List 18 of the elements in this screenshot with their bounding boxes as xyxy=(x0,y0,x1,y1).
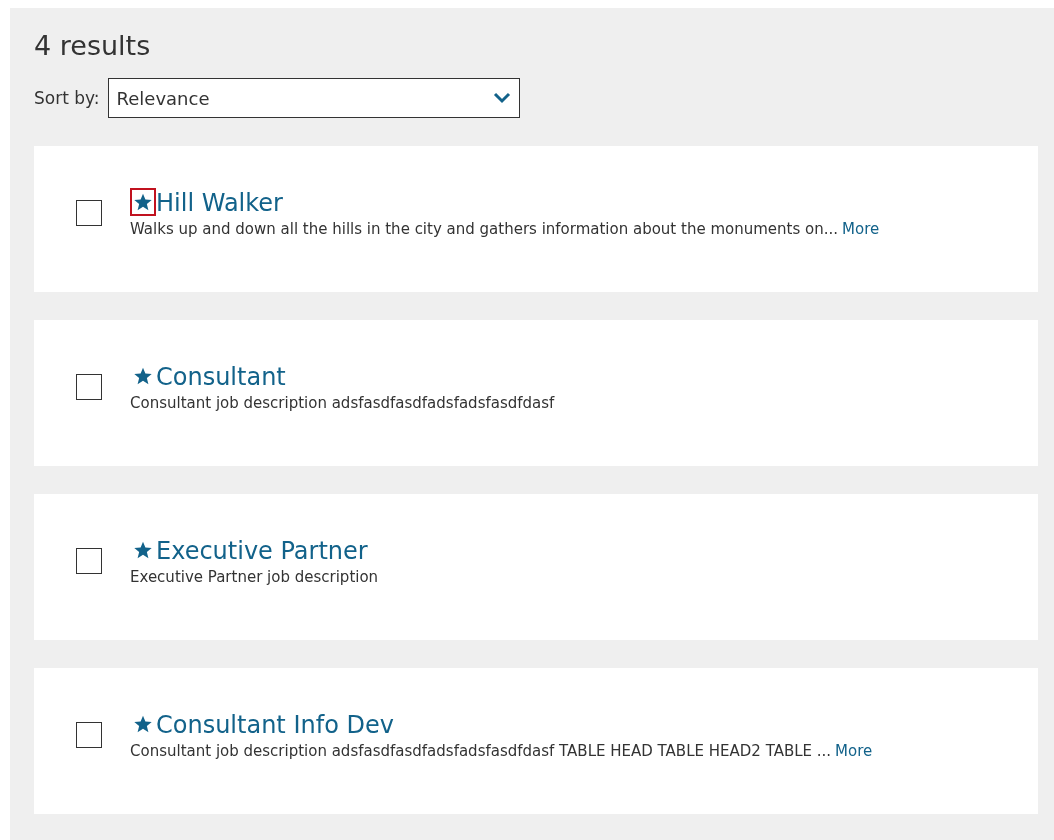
checkbox[interactable] xyxy=(76,374,102,401)
job-title-link[interactable]: Consultant xyxy=(156,362,286,393)
sort-label: Sort by: xyxy=(34,86,100,110)
job-title-link[interactable]: Hill Walker xyxy=(156,188,283,219)
checkbox[interactable] xyxy=(76,200,102,227)
job-title-link[interactable]: Executive Partner xyxy=(156,536,368,567)
more-link[interactable]: More xyxy=(842,218,880,241)
job-description: Consultant job description adsfasdfasdfadsfadsfasdfdasf xyxy=(130,393,555,415)
job-description: Executive Partner job description xyxy=(130,567,379,589)
sort-dropdown[interactable]: Relevance xyxy=(107,78,520,119)
job-description: Walks up and down all the hills in the city and gathers information about the monuments on... xyxy=(130,219,838,241)
results-count: 4 results xyxy=(34,30,152,63)
checkbox[interactable] xyxy=(76,722,102,749)
job-description: Consultant job description adsfasdfasdfadsfadsfasdfdasf TABLE HEAD TABLE HEAD2 TABLE ... xyxy=(130,741,832,763)
job-title-link[interactable]: Consultant Info Dev xyxy=(156,710,394,741)
more-link[interactable]: More xyxy=(835,740,873,763)
checkbox[interactable] xyxy=(76,548,102,575)
chevron-down-icon xyxy=(492,92,511,105)
